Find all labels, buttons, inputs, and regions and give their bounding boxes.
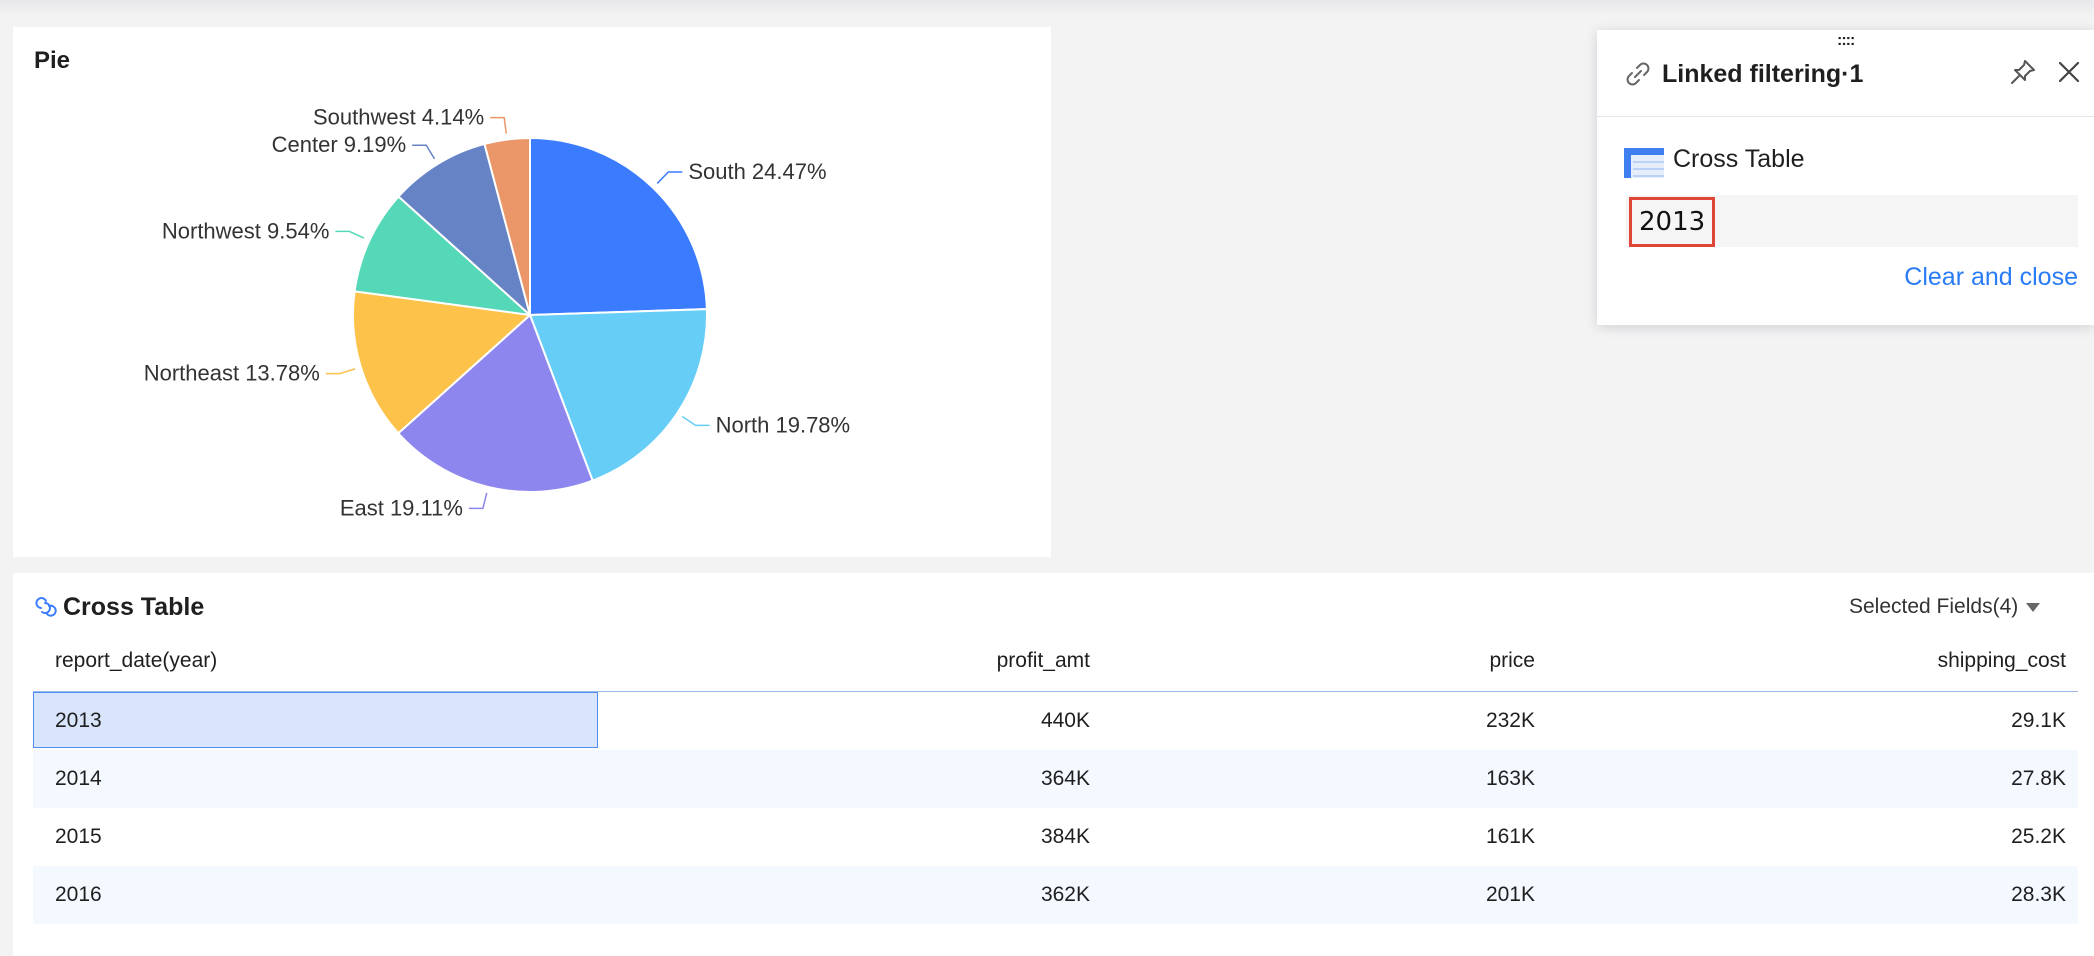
pie-slice-label: Northeast 13.78% [144, 361, 320, 386]
pie-slice-label: Southwest 4.14% [313, 105, 484, 130]
table-cell[interactable]: 2015 [55, 808, 575, 866]
caret-down-icon [2026, 602, 2041, 612]
pie-slice-label: Northwest 9.54% [162, 218, 330, 243]
table-cell[interactable]: 440K [593, 692, 1090, 750]
pie-slice-label: Center 9.19% [272, 132, 407, 157]
table-cell[interactable]: 29.1K [1543, 692, 2066, 750]
table-row[interactable]: 2016 362K 201K 28.3K [33, 866, 2078, 924]
panel-title: Linked filtering·1 [1662, 60, 1864, 88]
linked-chart-icon [35, 597, 57, 617]
selected-fields-dropdown[interactable]: Selected Fields(4) [1849, 595, 2041, 619]
pie-leader-line [490, 116, 508, 134]
table-row[interactable]: 2014 364K 163K 27.8K [33, 750, 2078, 808]
filter-source-name: Cross Table [1673, 145, 1805, 173]
table-cell[interactable]: 163K [1093, 750, 1535, 808]
table-cell[interactable]: 2013 [55, 692, 575, 750]
close-icon[interactable] [2055, 58, 2083, 86]
table-cell[interactable]: 25.2K [1543, 808, 2066, 866]
table-cell[interactable]: 28.3K [1543, 866, 2066, 924]
table-cell[interactable]: 364K [593, 750, 1090, 808]
top-toolbar-shadow [0, 0, 2094, 16]
linked-filtering-panel: :::: Linked filtering·1 Cross Table 2013… [1597, 30, 2094, 325]
table-row[interactable]: 2013 440K 232K 29.1K [33, 692, 2078, 750]
pie-chart-card: Pie South 24.47% North 19.78% East 19.11% N… [13, 27, 1051, 557]
clear-and-close-link[interactable]: Clear and close [1904, 263, 2078, 292]
drag-handle-icon[interactable]: :::: [1837, 33, 1855, 49]
panel-header: :::: Linked filtering·1 [1597, 30, 2094, 117]
pie-leader-line [468, 492, 488, 510]
pie-slice-label: North 19.78% [716, 412, 851, 437]
cross-table-grid: report_date(year) profit_amt price shipp… [33, 635, 2078, 924]
table-header-row: report_date(year) profit_amt price shipp… [33, 635, 2078, 692]
table-row[interactable]: 2015 384K 161K 25.2K [33, 808, 2078, 866]
cross-table-card: Cross Table Selected Fields(4) report_da… [13, 573, 2094, 956]
cross-table-title: Cross Table [63, 593, 205, 621]
table-cell[interactable]: 232K [1093, 692, 1535, 750]
pie-leader-line [656, 171, 683, 184]
table-cell[interactable]: 384K [593, 808, 1090, 866]
pie-leader-line [335, 230, 365, 239]
filter-value-row: 2013 [1626, 195, 2078, 247]
column-header[interactable]: report_date(year) [55, 635, 575, 691]
link-icon [1626, 62, 1650, 86]
column-header[interactable]: profit_amt [593, 635, 1090, 691]
pie-leader-line [325, 368, 356, 375]
pie-slice-label: East 19.11% [340, 495, 463, 520]
filter-value-chip[interactable]: 2013 [1629, 197, 1716, 247]
pie-leader-line [412, 144, 436, 160]
table-cell[interactable]: 362K [593, 866, 1090, 924]
table-cell[interactable]: 2016 [55, 866, 575, 924]
pie-slice-label: South 24.47% [688, 159, 826, 184]
column-header[interactable]: shipping_cost [1543, 635, 2066, 691]
table-icon [1624, 148, 1664, 178]
pin-icon[interactable] [2009, 58, 2037, 86]
table-cell[interactable]: 2014 [55, 750, 575, 808]
table-cell[interactable]: 161K [1093, 808, 1535, 866]
pie-chart: South 24.47% North 19.78% East 19.11% North… [144, 105, 851, 521]
column-header[interactable]: price [1093, 635, 1535, 691]
table-cell[interactable]: 201K [1093, 866, 1535, 924]
pie-slice-south[interactable] [529, 136, 708, 317]
pie-leader-line [681, 415, 710, 427]
table-cell[interactable]: 27.8K [1543, 750, 2066, 808]
selected-fields-label: Selected Fields(4) [1849, 595, 2019, 618]
